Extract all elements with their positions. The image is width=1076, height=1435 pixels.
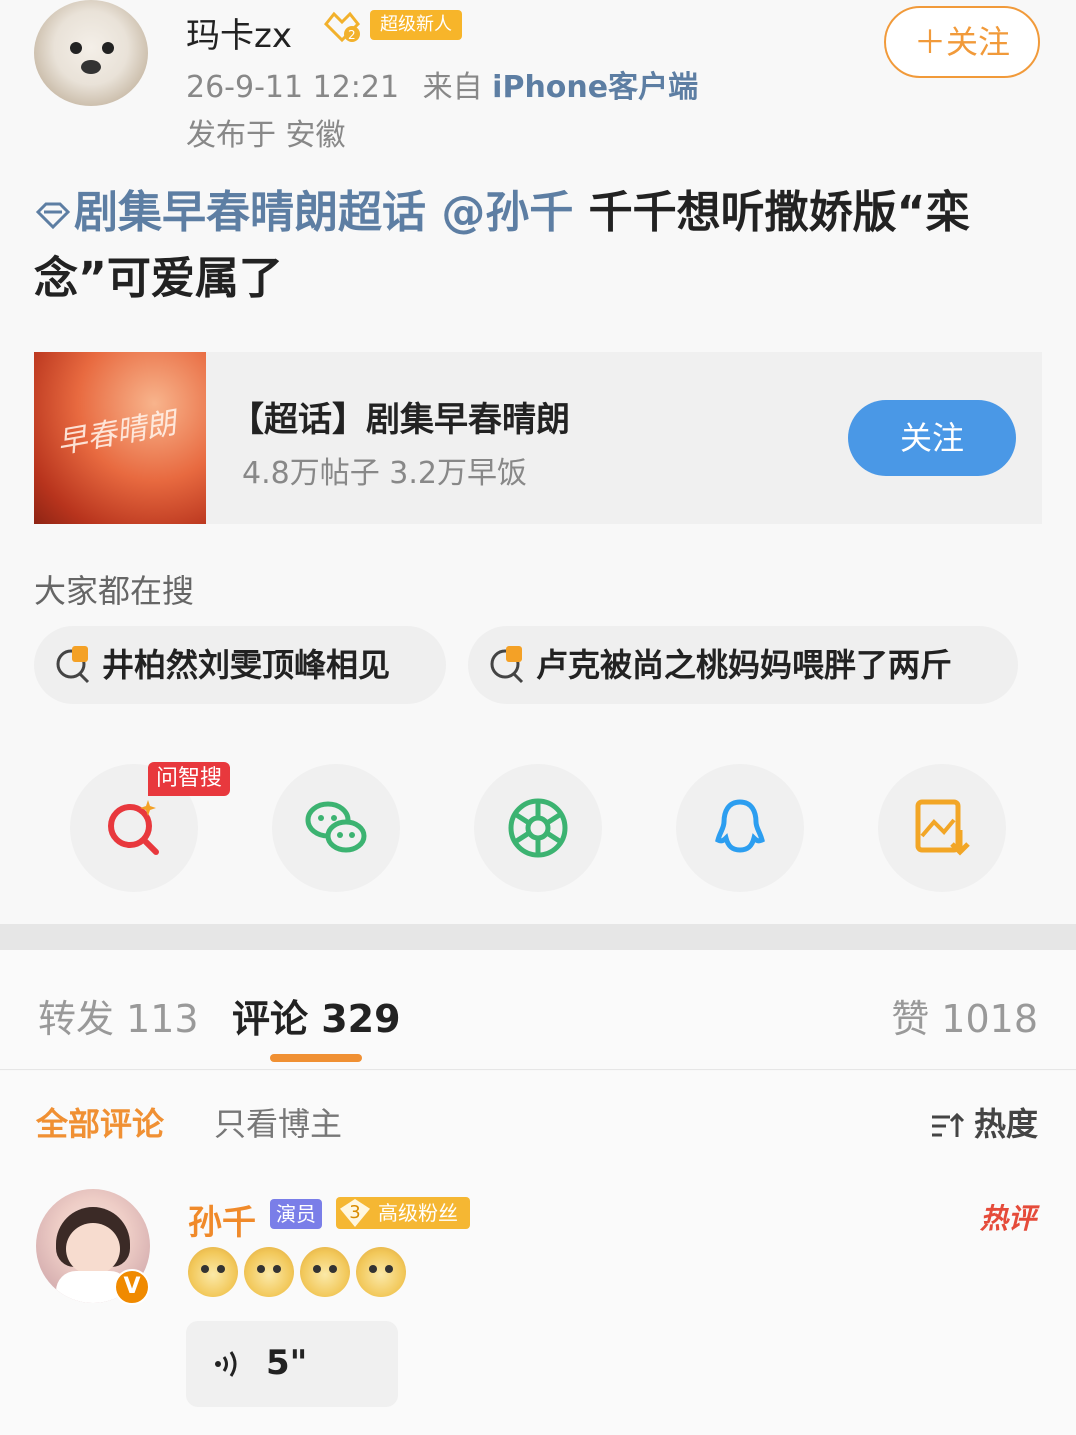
wechat-icon xyxy=(305,801,367,853)
topic-thumbnail-text: 早春晴朗 xyxy=(54,405,179,462)
tab-comment[interactable]: 评论 329 xyxy=(232,988,401,1043)
hot-search-chip[interactable]: 井柏然刘雯顶峰相见 xyxy=(34,626,446,704)
fan-badge-label: 高级粉丝 xyxy=(378,1201,458,1225)
post-location: 发布于 安徽 xyxy=(186,118,346,153)
comment-item: V 孙千 演员 3 高级粉丝 热评 5" xyxy=(0,1171,1076,1435)
emoji-row xyxy=(188,1247,412,1301)
interaction-tabs: 转发 113 评论 329 赞 1018 xyxy=(0,950,1076,1070)
hot-search-icon xyxy=(56,646,90,684)
source-prefix: 来自 xyxy=(422,70,483,105)
section-divider xyxy=(0,924,1076,950)
role-badge: 演员 xyxy=(270,1199,322,1229)
save-image-button[interactable] xyxy=(878,764,1006,892)
svg-text:2: 2 xyxy=(348,28,356,42)
voice-message[interactable]: 5" xyxy=(186,1321,398,1407)
mention-link[interactable]: @孙千 xyxy=(441,187,573,238)
share-qq-button[interactable] xyxy=(676,764,804,892)
doge-emoji-icon xyxy=(244,1247,294,1297)
save-image-icon xyxy=(915,799,970,856)
hot-comment-tag: 热评 xyxy=(979,1202,1036,1235)
comment-filter-bar: 全部评论 只看博主 热度 xyxy=(0,1071,1076,1171)
doge-emoji-icon xyxy=(300,1247,350,1297)
topic-stats: 4.8万帖子 3.2万早饭 xyxy=(242,456,527,491)
doge-emoji-icon xyxy=(188,1247,238,1297)
commenter-name[interactable]: 孙千 xyxy=(188,1195,256,1244)
follow-topic-button[interactable]: 关注 xyxy=(848,400,1016,476)
topic-thumbnail: 早春晴朗 xyxy=(34,352,206,524)
post-content: 剧集早春晴朗超话 @孙千 千千想听撒娇版“栾念”可爱属了 xyxy=(34,180,1044,312)
active-tab-indicator xyxy=(270,1054,362,1062)
super-topic-link[interactable]: 剧集早春晴朗超话 xyxy=(74,187,426,238)
hot-search-text: 井柏然刘雯顶峰相见 xyxy=(102,646,391,684)
author-name[interactable]: 玛卡zx xyxy=(186,8,292,57)
sort-icon xyxy=(931,1112,964,1137)
filter-owner-only[interactable]: 只看博主 xyxy=(214,1099,342,1145)
sound-wave-icon xyxy=(215,1351,237,1377)
hot-search-icon xyxy=(490,646,524,684)
tab-forward[interactable]: 转发 113 xyxy=(38,988,199,1043)
moments-icon xyxy=(508,798,568,858)
super-topic-card[interactable]: 早春晴朗 【超话】剧集早春晴朗 4.8万帖子 3.2万早饭 关注 xyxy=(34,352,1042,524)
filter-all-comments[interactable]: 全部评论 xyxy=(36,1099,164,1145)
fan-level-number: 3 xyxy=(340,1199,370,1227)
ai-search-badge: 问智搜 xyxy=(148,762,231,796)
tab-like[interactable]: 赞 1018 xyxy=(891,988,1038,1043)
qq-icon xyxy=(715,799,765,853)
user-level-badge: 超级新人 xyxy=(370,10,462,40)
voice-duration: 5" xyxy=(266,1343,308,1383)
sort-by-hot-button[interactable]: 热度 xyxy=(930,1099,1038,1145)
share-wechat-button[interactable] xyxy=(272,764,400,892)
author-avatar[interactable] xyxy=(34,0,148,106)
post-meta: 26-9-11 12:21 来自 iPhone客户端 xyxy=(186,62,698,106)
post-time: 26-9-11 12:21 xyxy=(186,70,400,105)
share-moments-button[interactable] xyxy=(474,764,602,892)
follow-author-button[interactable]: ＋关注 xyxy=(884,6,1040,78)
super-topic-icon xyxy=(35,202,71,230)
post-source[interactable]: iPhone客户端 xyxy=(492,70,698,105)
ai-search-icon xyxy=(108,800,159,855)
hot-search-chip[interactable]: 卢克被尚之桃妈妈喂胖了两斤 xyxy=(468,626,1018,704)
vip-crown-icon: 2 xyxy=(323,11,361,43)
topic-title: 【超话】剧集早春晴朗 xyxy=(230,400,570,440)
hot-search-text: 卢克被尚之桃妈妈喂胖了两斤 xyxy=(536,646,953,684)
sort-label: 热度 xyxy=(973,1105,1038,1143)
hot-search-heading: 大家都在搜 xyxy=(34,572,195,610)
fan-level-badge: 3 高级粉丝 xyxy=(336,1197,470,1229)
doge-emoji-icon xyxy=(356,1247,406,1297)
verified-badge: V xyxy=(114,1269,150,1305)
